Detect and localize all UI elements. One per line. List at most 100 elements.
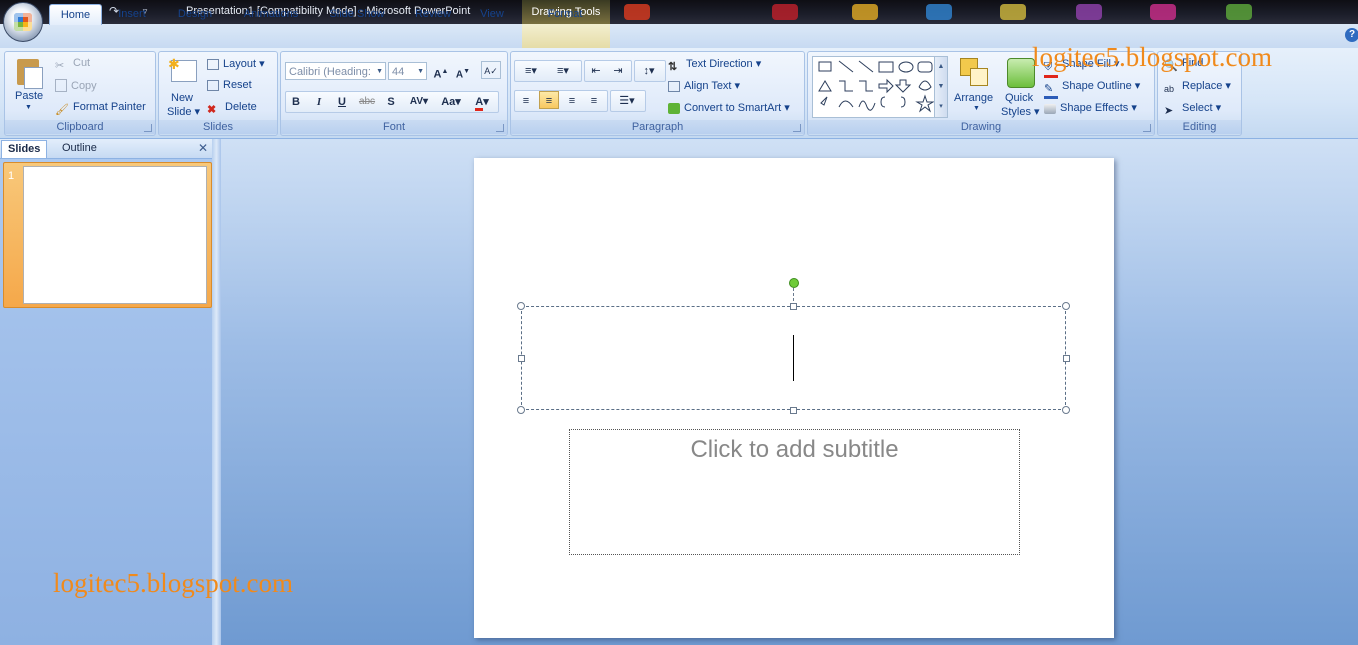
convert-smartart-label: Convert to SmartArt xyxy=(684,102,782,114)
decrease-indent-button[interactable]: ⇤ xyxy=(586,61,606,79)
layout-button[interactable]: Layout ▾ xyxy=(207,57,265,70)
font-size-combo[interactable]: 44 ▼ xyxy=(388,62,427,80)
resize-handle-top-right[interactable] xyxy=(1062,302,1070,310)
layout-icon xyxy=(207,59,219,70)
italic-button[interactable]: I xyxy=(309,92,329,110)
tab-format[interactable]: Format xyxy=(540,4,590,24)
shapes-gallery[interactable]: ▲ ▼ ▾ xyxy=(812,56,948,118)
resize-handle-left[interactable] xyxy=(518,355,525,362)
resize-handle-bottom[interactable] xyxy=(790,407,797,414)
rotate-handle[interactable] xyxy=(789,278,799,288)
paintbrush-icon: 🖌 xyxy=(55,104,69,116)
quick-styles-button-line2[interactable]: Styles ▾ xyxy=(1001,105,1040,118)
replace-icon: ab xyxy=(1164,84,1175,94)
taskbar-app-icon xyxy=(1226,4,1252,20)
slides-group-label: Slides xyxy=(159,120,277,134)
clipboard-dialog-launcher[interactable] xyxy=(144,124,152,132)
paste-icon[interactable] xyxy=(15,55,43,89)
font-name-combo[interactable]: Calibri (Heading: ▼ xyxy=(285,62,386,80)
resize-handle-bottom-left[interactable] xyxy=(517,406,525,414)
shape-effects-icon xyxy=(1044,104,1056,114)
slide-thumbnail[interactable] xyxy=(23,166,207,304)
layout-label: Layout xyxy=(223,58,257,70)
taskbar-app-icon xyxy=(1000,4,1026,20)
pencil-icon: ✎ xyxy=(1044,82,1058,99)
align-text-icon xyxy=(668,81,680,92)
tab-animations[interactable]: Animations xyxy=(236,4,306,24)
tab-view[interactable]: View xyxy=(472,4,512,24)
shrink-font-button[interactable]: A▼ xyxy=(453,62,473,80)
align-center-button[interactable]: ≡ xyxy=(539,91,559,109)
format-painter-button[interactable]: 🖌 Format Painter xyxy=(55,101,146,117)
resize-handle-right[interactable] xyxy=(1063,355,1070,362)
line-spacing-button[interactable]: ↕▾ xyxy=(635,61,663,79)
align-text-label: Align Text xyxy=(684,80,732,92)
new-slide-button-line2[interactable]: Slide ▾ xyxy=(167,105,200,118)
shape-effects-button[interactable]: Shape Effects ▾ xyxy=(1044,101,1137,114)
reset-button[interactable]: Reset xyxy=(207,79,252,91)
drawing-dialog-launcher[interactable] xyxy=(1143,124,1151,132)
cut-button[interactable]: ✂ Cut xyxy=(55,57,90,73)
arrange-icon[interactable] xyxy=(958,56,990,88)
taskbar-app-icon xyxy=(1076,4,1102,20)
tab-home[interactable]: Home xyxy=(49,4,102,25)
align-right-button[interactable]: ≡ xyxy=(562,91,582,109)
align-left-button[interactable]: ≡ xyxy=(516,91,536,109)
grow-font-button[interactable]: A▲ xyxy=(431,62,451,81)
paste-button[interactable]: Paste xyxy=(15,90,43,102)
bold-button[interactable]: B xyxy=(286,92,306,110)
text-direction-button[interactable]: ⇅ Text Direction ▾ xyxy=(668,57,761,74)
scissors-icon: ✂ xyxy=(55,60,65,72)
tab-slide-show[interactable]: Slide Show xyxy=(322,4,392,24)
taskbar-app-icon xyxy=(624,4,650,20)
strikethrough-button[interactable]: abc xyxy=(357,92,377,110)
align-text-button[interactable]: Align Text ▾ xyxy=(668,79,740,92)
paste-dropdown-icon[interactable]: ▼ xyxy=(25,104,32,111)
underline-button[interactable]: U xyxy=(332,92,352,110)
character-spacing-button[interactable]: AV▾ xyxy=(405,92,433,110)
text-direction-label: Text Direction xyxy=(686,58,753,70)
new-slide-icon[interactable]: ✱ xyxy=(168,56,198,82)
replace-button[interactable]: ab Replace ▾ xyxy=(1164,79,1231,98)
delete-button[interactable]: ✖ Delete xyxy=(207,101,257,117)
columns-button[interactable]: ☰▾ xyxy=(611,91,643,109)
text-cursor xyxy=(793,335,794,381)
change-case-button[interactable]: Aa▾ xyxy=(437,92,465,110)
numbering-button[interactable]: ≡▾ xyxy=(548,61,578,79)
justify-button[interactable]: ≡ xyxy=(584,91,604,109)
paragraph-group-label: Paragraph xyxy=(511,120,804,134)
select-button[interactable]: ➤ Select ▾ xyxy=(1164,101,1221,118)
quick-styles-button[interactable]: Quick xyxy=(1005,92,1033,104)
resize-handle-bottom-right[interactable] xyxy=(1062,406,1070,414)
bullets-button[interactable]: ≡▾ xyxy=(516,61,546,79)
font-dialog-launcher[interactable] xyxy=(496,124,504,132)
arrange-dropdown-icon[interactable]: ▼ xyxy=(973,105,980,112)
paragraph-group: ≡▾ ≡▾ ⇤ ⇥ ↕▾ ⇅ Text Direction ▾ Align Tex… xyxy=(510,51,805,136)
shape-outline-button[interactable]: ✎ Shape Outline ▾ xyxy=(1044,79,1140,99)
help-icon[interactable]: ? xyxy=(1345,28,1358,42)
close-icon[interactable]: ✕ xyxy=(197,141,209,155)
arrange-button[interactable]: Arrange xyxy=(954,92,993,104)
tab-design[interactable]: Design xyxy=(170,4,220,24)
copy-button[interactable]: Copy xyxy=(55,79,97,92)
tab-review[interactable]: Review xyxy=(407,4,459,24)
increase-indent-button[interactable]: ⇥ xyxy=(608,61,628,79)
tab-insert[interactable]: Insert xyxy=(110,4,154,24)
gallery-scroll[interactable]: ▲ ▼ ▾ xyxy=(934,57,947,117)
convert-smartart-button[interactable]: Convert to SmartArt ▾ xyxy=(668,101,790,114)
shape-effects-label: Shape Effects xyxy=(1060,102,1129,114)
quick-styles-icon[interactable] xyxy=(1005,56,1035,88)
font-color-button[interactable]: A▾ xyxy=(469,92,495,111)
office-button[interactable] xyxy=(3,2,43,42)
watermark-text: logitec5.blogspot.com xyxy=(1032,42,1272,72)
taskbar-app-icon xyxy=(772,4,798,20)
paragraph-dialog-launcher[interactable] xyxy=(793,124,801,132)
clear-formatting-button[interactable]: A✓ xyxy=(481,61,501,79)
resize-handle-top-left[interactable] xyxy=(517,302,525,310)
tab-slides[interactable]: Slides xyxy=(1,140,48,158)
text-shadow-button[interactable]: S xyxy=(381,92,401,110)
resize-handle-top[interactable] xyxy=(790,303,797,310)
tab-outline[interactable]: Outline xyxy=(56,140,103,157)
new-slide-button[interactable]: New xyxy=(171,92,193,104)
office-logo-icon xyxy=(14,13,32,31)
